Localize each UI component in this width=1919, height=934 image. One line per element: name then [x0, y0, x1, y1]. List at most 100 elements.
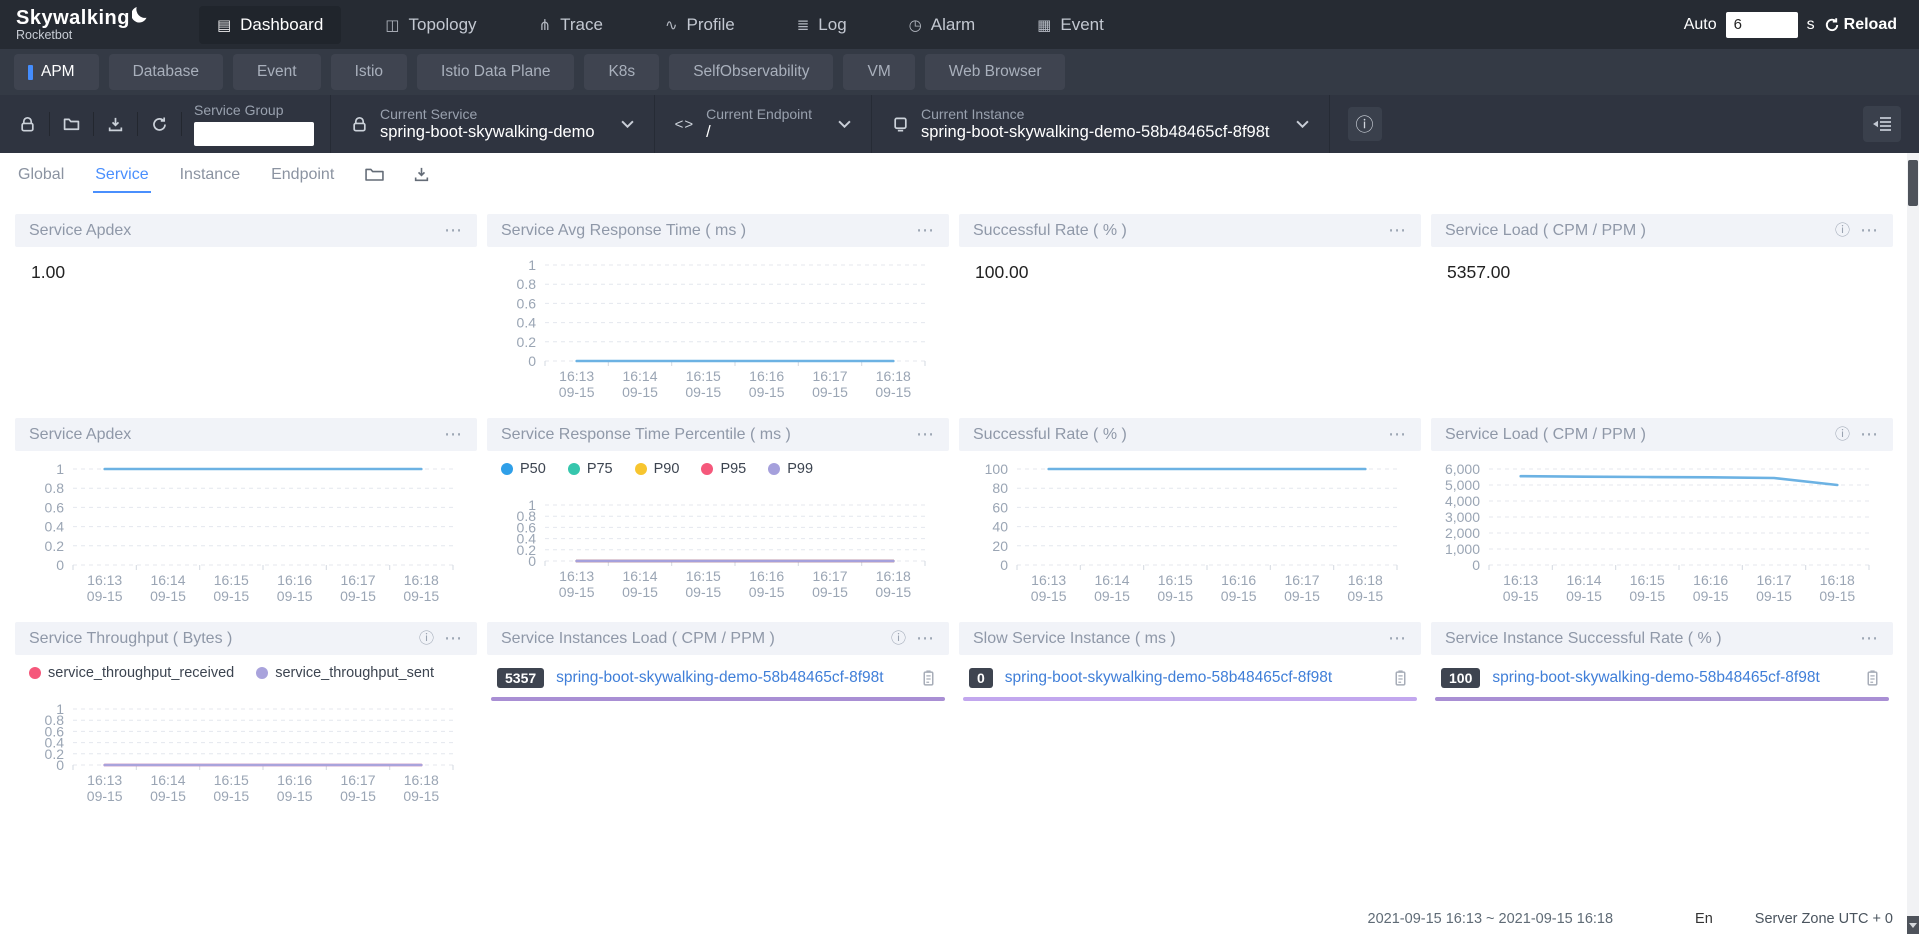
nav-item-trace[interactable]: ⋔Trace [521, 6, 621, 44]
card-header: Service Response Time Percentile ( ms ) ⋯ [487, 418, 949, 451]
more-menu-icon[interactable]: ⋯ [916, 631, 935, 646]
current-endpoint-select[interactable]: <> Current Endpoint / [657, 106, 869, 142]
svg-text:16:17: 16:17 [1284, 572, 1319, 588]
svg-text:4,000: 4,000 [1445, 493, 1480, 509]
svg-text:16:14: 16:14 [1094, 572, 1129, 588]
collapse-panel-button[interactable] [1863, 106, 1901, 142]
card-service-load-chart: Service Load ( CPM / PPM )ⓘ⋯6,0005,0004,… [1431, 418, 1893, 614]
info-icon[interactable]: ⓘ [1835, 427, 1850, 442]
copy-button[interactable] [1864, 670, 1881, 687]
legend-item-p75[interactable]: P75 [568, 461, 613, 477]
legend-item-service-throughput-sent[interactable]: service_throughput_sent [256, 665, 434, 681]
legend-item-p50[interactable]: P50 [501, 461, 546, 477]
card-header: Successful Rate ( % ) ⋯ [959, 418, 1421, 451]
timezone-control[interactable]: Server Zone UTC + 0 [1755, 911, 1893, 927]
nav-item-dashboard[interactable]: ▤Dashboard [199, 6, 341, 44]
svg-text:60: 60 [992, 499, 1008, 515]
info-icon[interactable]: ⓘ [1835, 223, 1850, 238]
dashboard-tab-database[interactable]: Database [109, 54, 223, 90]
tab-instance[interactable]: Instance [178, 157, 242, 193]
dashboard-tab-web-browser[interactable]: Web Browser [925, 54, 1066, 90]
svg-text:09-15: 09-15 [340, 588, 376, 604]
service-group-input[interactable] [194, 122, 314, 146]
info-icon[interactable]: ⓘ [419, 631, 434, 646]
dashboard-tab-vm[interactable]: VM [843, 54, 914, 90]
lock-icon [19, 116, 36, 133]
copy-button[interactable] [920, 670, 937, 687]
tab-service[interactable]: Service [93, 157, 150, 193]
auto-interval-input[interactable] [1726, 12, 1798, 38]
legend-dot [256, 667, 268, 679]
language-toggle[interactable]: En [1695, 911, 1713, 927]
scrollbar-down-button[interactable] [1907, 916, 1919, 934]
lock-button[interactable] [6, 116, 49, 133]
app-logo[interactable]: Skywalking Rocketbot [16, 8, 147, 42]
svg-text:16:14: 16:14 [150, 772, 185, 788]
scrollbar-thumb[interactable] [1908, 160, 1918, 206]
current-instance-select[interactable]: Current Instance spring-boot-skywalking-… [874, 106, 1327, 142]
svg-text:0.2: 0.2 [45, 538, 65, 554]
nav-item-event[interactable]: ▦Event [1019, 6, 1122, 44]
more-menu-icon[interactable]: ⋯ [1860, 631, 1879, 646]
svg-text:16:16: 16:16 [749, 368, 784, 384]
metric-value: 1.00 [15, 247, 477, 298]
more-menu-icon[interactable]: ⋯ [916, 223, 935, 238]
legend-item-p95[interactable]: P95 [701, 461, 746, 477]
svg-text:16:16: 16:16 [1693, 572, 1728, 588]
legend-item-service-throughput-received[interactable]: service_throughput_received [29, 665, 234, 681]
more-menu-icon[interactable]: ⋯ [1388, 223, 1407, 238]
legend-item-p90[interactable]: P90 [635, 461, 680, 477]
dashboard-tab-istio[interactable]: Istio [331, 54, 407, 90]
dashboard-tab-label: Istio Data Plane [441, 63, 550, 81]
legend-item-p99[interactable]: P99 [768, 461, 813, 477]
time-range-picker[interactable]: 2021-09-15 16:13 ~ 2021-09-15 16:18 [1368, 911, 1614, 927]
vertical-scrollbar[interactable] [1907, 153, 1919, 934]
download-button[interactable] [94, 116, 137, 133]
more-menu-icon[interactable]: ⋯ [444, 631, 463, 646]
instance-link[interactable]: spring-boot-skywalking-demo-58b48465cf-8… [1005, 669, 1332, 687]
instance-link[interactable]: spring-boot-skywalking-demo-58b48465cf-8… [1492, 669, 1819, 687]
dashboard-tab-istio-data-plane[interactable]: Istio Data Plane [417, 54, 574, 90]
more-menu-icon[interactable]: ⋯ [916, 427, 935, 442]
current-service-select[interactable]: Current Service spring-boot-skywalking-d… [333, 106, 652, 142]
more-menu-icon[interactable]: ⋯ [444, 223, 463, 238]
folder-button[interactable] [50, 116, 93, 133]
card-title: Service Response Time Percentile ( ms ) [501, 426, 791, 444]
line-chart: 10080604020016:1309-1516:1409-1516:1509-… [959, 453, 1421, 611]
tab-endpoint[interactable]: Endpoint [269, 157, 336, 193]
more-menu-icon[interactable]: ⋯ [1860, 427, 1879, 442]
more-menu-icon[interactable]: ⋯ [1388, 631, 1407, 646]
card-title: Service Apdex [29, 426, 131, 444]
svg-text:16:18: 16:18 [404, 772, 439, 788]
svg-text:09-15: 09-15 [1094, 588, 1130, 604]
tab-global[interactable]: Global [16, 157, 66, 193]
export-button[interactable] [413, 166, 430, 183]
dashboard-tab-k8s[interactable]: K8s [584, 54, 659, 90]
svg-text:16:17: 16:17 [340, 572, 375, 588]
nav-item-profile[interactable]: ∿Profile [647, 6, 753, 44]
dashboard-tab-label: VM [867, 63, 890, 81]
more-menu-icon[interactable]: ⋯ [1388, 427, 1407, 442]
log-icon: ≣ [797, 16, 810, 34]
reload-button[interactable]: Reload [1824, 16, 1897, 34]
svg-text:16:15: 16:15 [1158, 572, 1193, 588]
nav-item-topology[interactable]: ◫Topology [367, 6, 494, 44]
nav-item-alarm[interactable]: ◷Alarm [891, 6, 994, 44]
folder-open-button[interactable] [365, 167, 384, 182]
card-title: Successful Rate ( % ) [973, 426, 1127, 444]
nav-item-log[interactable]: ≣Log [779, 6, 865, 44]
more-menu-icon[interactable]: ⋯ [1860, 223, 1879, 238]
dashboard-tab-event[interactable]: Event [233, 54, 321, 90]
lock-icon [351, 116, 368, 133]
svg-text:16:15: 16:15 [686, 568, 721, 584]
instance-link[interactable]: spring-boot-skywalking-demo-58b48465cf-8… [556, 669, 883, 687]
dashboard-tab-apm[interactable]: APM [14, 54, 99, 90]
copy-button[interactable] [1392, 670, 1409, 687]
dashboard-tab-selfobservability[interactable]: SelfObservability [669, 54, 833, 90]
info-icon[interactable]: ⓘ [891, 631, 906, 646]
svg-text:16:15: 16:15 [214, 572, 249, 588]
refresh-button[interactable] [138, 116, 181, 133]
more-menu-icon[interactable]: ⋯ [444, 427, 463, 442]
divider [181, 112, 182, 136]
info-icon[interactable]: ⓘ [1348, 107, 1382, 141]
